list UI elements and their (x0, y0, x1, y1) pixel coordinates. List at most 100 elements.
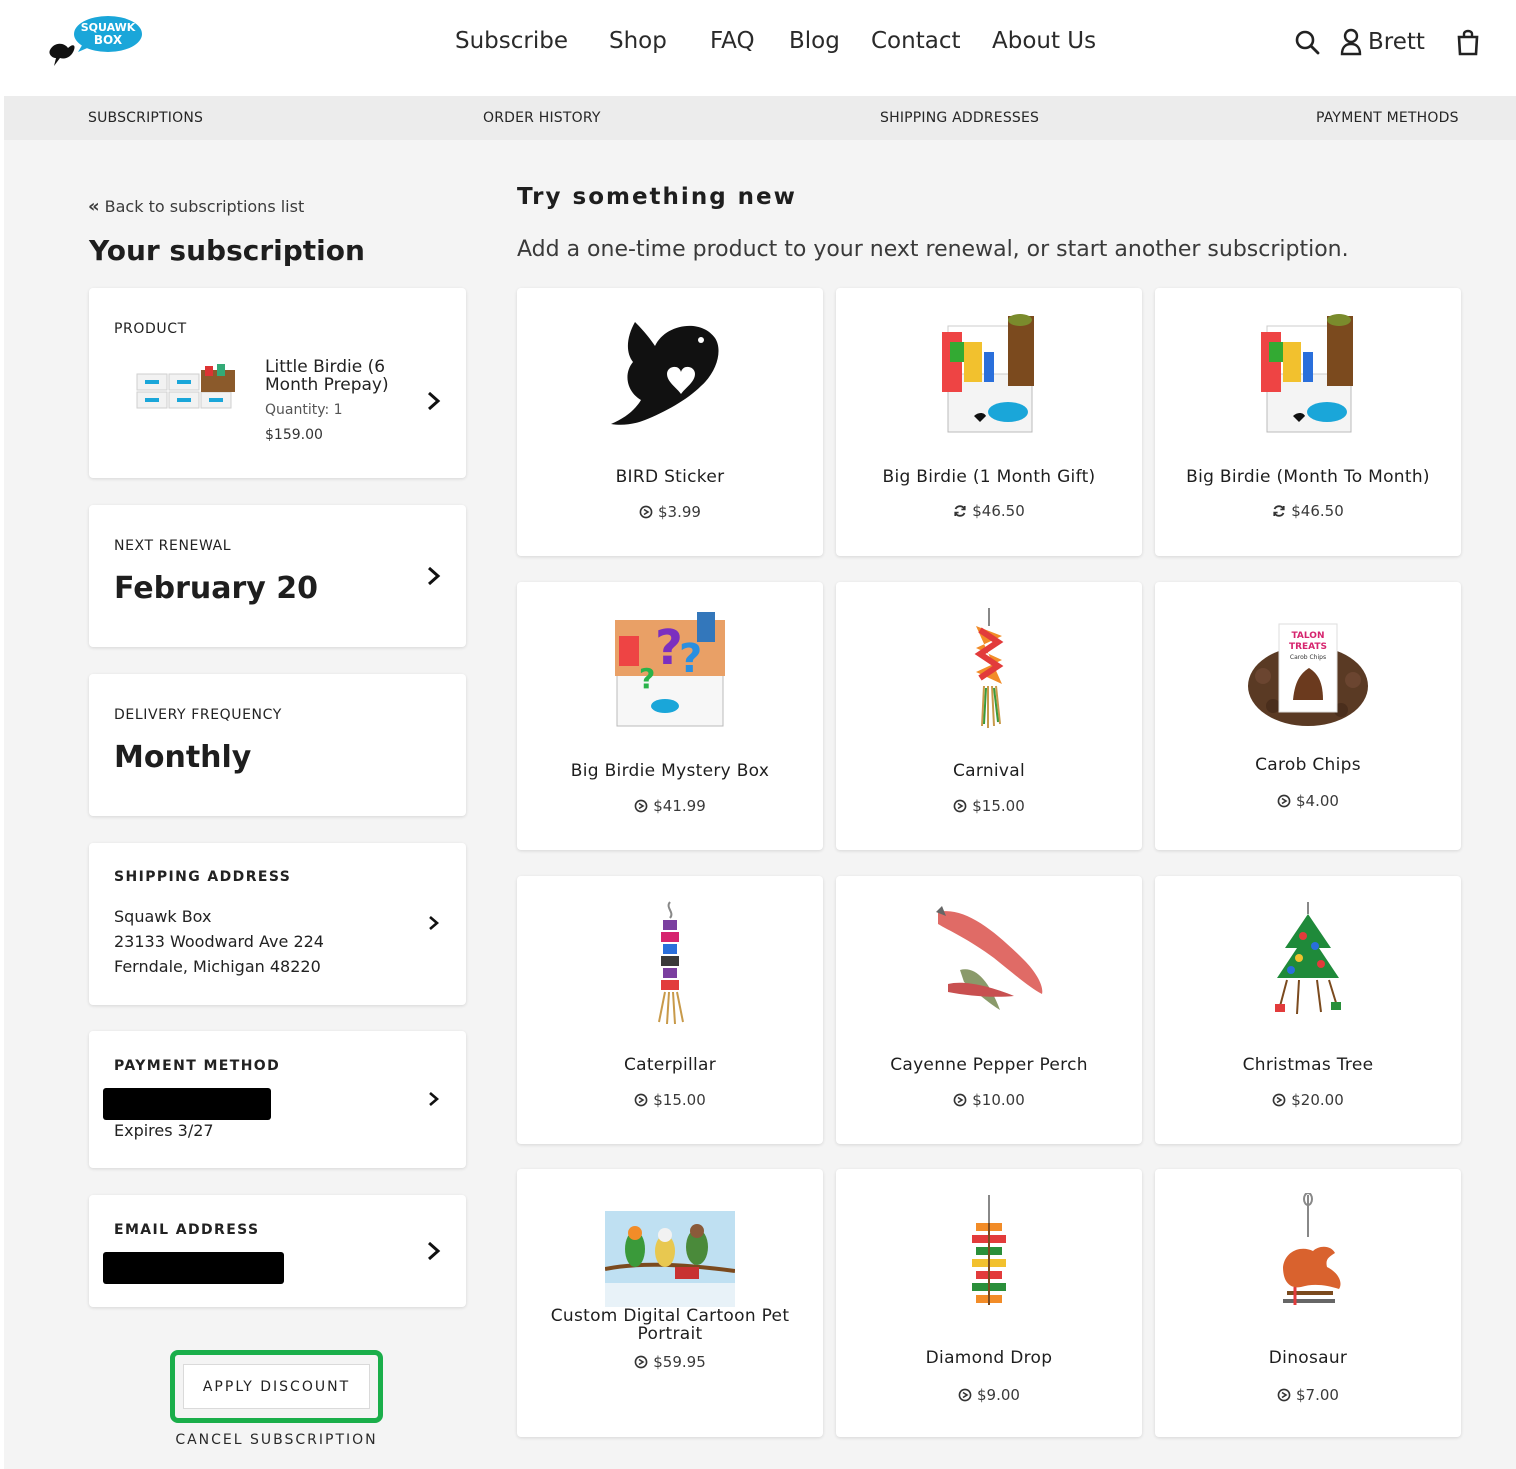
subnav-shipping-addresses[interactable]: SHIPPING ADDRESSES (880, 96, 1039, 140)
svg-text:TREATS: TREATS (1289, 642, 1327, 652)
product-card-bird-sticker[interactable]: BIRD Sticker $3.99 (517, 288, 823, 556)
redacted-email (103, 1252, 284, 1284)
nav-subscribe[interactable]: Subscribe (455, 24, 568, 58)
diamond-drop-toy-image (972, 1195, 1006, 1305)
apply-discount-highlight: APPLY DISCOUNT (170, 1350, 383, 1423)
recurring-icon (954, 505, 966, 517)
caterpillar-toy-image (658, 901, 684, 1024)
nav-shop[interactable]: Shop (609, 24, 667, 58)
product-price: $15.00 (836, 797, 1142, 815)
product-card-christmas-tree[interactable]: Christmas Tree $20.00 (1155, 876, 1461, 1144)
subnav-payment-methods[interactable]: PAYMENT METHODS (1316, 96, 1459, 140)
email-address-card[interactable]: EMAIL ADDRESS (89, 1195, 466, 1307)
double-chevron-left-icon: « (88, 196, 100, 217)
product-price: $159.00 (265, 427, 323, 443)
page-title: Your subscription (89, 234, 365, 267)
product-price: $15.00 (517, 1091, 823, 1109)
delivery-frequency-card: DELIVERY FREQUENCY Monthly (89, 674, 466, 816)
header-tools: Brett (1290, 22, 1490, 62)
shipping-address-card[interactable]: SHIPPING ADDRESS Squawk Box 23133 Woodwa… (89, 843, 466, 1005)
product-price: $4.00 (1155, 792, 1461, 810)
chevron-right-icon (428, 566, 441, 586)
product-card[interactable]: PRODUCT Little Birdie (6 Month Prepay) Q… (89, 288, 466, 478)
svg-text:?: ? (639, 662, 655, 695)
email-address-label: EMAIL ADDRESS (114, 1222, 260, 1238)
product-price: $59.95 (517, 1353, 823, 1371)
product-card-dinosaur[interactable]: Dinosaur $7.00 (1155, 1169, 1461, 1437)
next-renewal-card[interactable]: NEXT RENEWAL February 20 (89, 505, 466, 647)
payment-method-card[interactable]: PAYMENT METHOD Expires 3/27 (89, 1031, 466, 1168)
product-price: $41.99 (517, 797, 823, 815)
cancel-subscription-link[interactable]: CANCEL SUBSCRIPTION (170, 1432, 383, 1448)
chevron-right-icon (428, 1241, 441, 1261)
product-price: $7.00 (1155, 1386, 1461, 1404)
back-link-label: Back to subscriptions list (104, 197, 305, 216)
bird-sticker-image (611, 322, 719, 425)
product-name: Caterpillar (623, 1055, 717, 1075)
product-card-carob-chips[interactable]: TALON TREATS Carob Chips Carob Chips $4.… (1155, 582, 1461, 850)
try-something-new-subtitle: Add a one-time product to your next rene… (517, 237, 1349, 262)
product-quantity: Quantity: 1 (265, 402, 343, 418)
big-birdie-box-image (1261, 314, 1353, 433)
subnav-order-history[interactable]: ORDER HISTORY (483, 96, 601, 140)
cartoon-portrait-image (605, 1211, 735, 1307)
product-card-big-birdie-gift[interactable]: Big Birdie (1 Month Gift) $46.50 (836, 288, 1142, 556)
shipping-line-3: Ferndale, Michigan 48220 (114, 957, 321, 976)
product-card-mystery-box[interactable]: ? ? ? Big Birdie Mystery Box $41.99 (517, 582, 823, 850)
product-name: Carnival (952, 761, 1026, 781)
one-time-icon (953, 799, 967, 813)
one-time-icon (634, 1093, 648, 1107)
chevron-right-icon (428, 391, 441, 411)
account-sub-nav: SUBSCRIPTIONS ORDER HISTORY SHIPPING ADD… (4, 96, 1516, 140)
svg-text:Carob Chips: Carob Chips (1290, 654, 1326, 661)
chevron-right-icon (429, 1092, 439, 1106)
search-icon[interactable] (1294, 22, 1320, 62)
one-time-icon (1277, 794, 1291, 808)
one-time-icon (639, 505, 653, 519)
dinosaur-toy-image (1283, 1193, 1341, 1305)
nav-about-us[interactable]: About Us (992, 24, 1096, 58)
next-renewal-label: NEXT RENEWAL (114, 538, 232, 554)
shipping-line-2: 23133 Woodward Ave 224 (114, 932, 324, 951)
product-card-big-birdie-month[interactable]: Big Birdie (Month To Month) $46.50 (1155, 288, 1461, 556)
nav-faq[interactable]: FAQ (710, 24, 755, 58)
user-icon (1340, 28, 1362, 56)
product-label: PRODUCT (114, 321, 187, 337)
one-time-icon (958, 1388, 972, 1402)
product-card-cayenne-pepper-perch[interactable]: Cayenne Pepper Perch $10.00 (836, 876, 1142, 1144)
subnav-subscriptions[interactable]: SUBSCRIPTIONS (88, 96, 203, 140)
mystery-box-image: ? ? ? (615, 612, 725, 727)
apply-discount-button[interactable]: APPLY DISCOUNT (183, 1364, 370, 1409)
product-name: Big Birdie (Month To Month) (1186, 467, 1430, 487)
main-nav: Subscribe Shop FAQ Blog Contact About Us (0, 24, 1516, 60)
product-name-line1: Little Birdie (6 (265, 357, 386, 377)
product-name: BIRD Sticker (615, 467, 725, 487)
product-name: Diamond Drop (925, 1348, 1053, 1368)
product-name: Carob Chips (1255, 755, 1361, 775)
product-name: Big Birdie (1 Month Gift) (882, 467, 1096, 487)
product-price: $10.00 (836, 1091, 1142, 1109)
one-time-icon (634, 1355, 648, 1369)
nav-contact[interactable]: Contact (871, 24, 960, 58)
product-price: $46.50 (1155, 502, 1461, 520)
account-link[interactable]: Brett (1340, 22, 1425, 62)
payment-method-label: PAYMENT METHOD (114, 1058, 281, 1074)
nav-blog[interactable]: Blog (789, 24, 840, 58)
product-card-cartoon-portrait[interactable]: Custom Digital Cartoon Pet Portrait $59.… (517, 1169, 823, 1437)
one-time-icon (1272, 1093, 1286, 1107)
product-card-diamond-drop[interactable]: Diamond Drop $9.00 (836, 1169, 1142, 1437)
back-to-subscriptions-link[interactable]: « Back to subscriptions list (88, 196, 304, 217)
site-header: SQUAWK BOX Subscribe Shop FAQ Blog Conta… (0, 0, 1516, 96)
try-something-new-title: Try something new (517, 184, 797, 210)
carob-chips-image: TALON TREATS Carob Chips (1248, 623, 1368, 726)
svg-text:TALON: TALON (1291, 631, 1324, 641)
product-price: $9.00 (836, 1386, 1142, 1404)
user-name: Brett (1368, 29, 1425, 55)
product-card-caterpillar[interactable]: Caterpillar $15.00 (517, 876, 823, 1144)
product-thumbnail (136, 364, 235, 409)
one-time-icon (634, 799, 648, 813)
product-card-carnival[interactable]: Carnival $15.00 (836, 582, 1142, 850)
delivery-frequency-label: DELIVERY FREQUENCY (114, 707, 282, 723)
cart-icon[interactable] (1456, 22, 1480, 62)
redacted-card-number (103, 1088, 271, 1120)
